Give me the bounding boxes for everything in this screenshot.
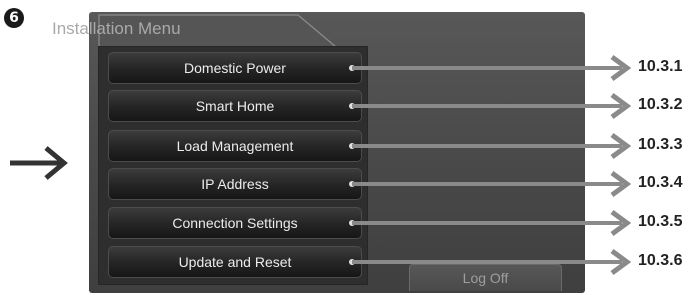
section-ref-label: 10.3.3: [638, 136, 683, 153]
callout-arrow-icon: [349, 92, 632, 120]
section-ref-label: 10.3.2: [638, 96, 683, 113]
section-ref-label: 10.3.1: [638, 58, 683, 75]
callout-arrow-icon: [349, 54, 632, 82]
callout-arrow-icon: [349, 209, 632, 237]
callout-arrow-icon: [349, 170, 632, 198]
callout-arrows: [349, 54, 632, 276]
section-ref-label: 10.3.5: [638, 213, 683, 230]
section-ref-label: 10.3.4: [638, 174, 683, 191]
section-ref-label: 10.3.6: [638, 252, 683, 269]
callout-arrow-icon: [349, 248, 632, 276]
callout-arrow-icon: [349, 132, 632, 160]
